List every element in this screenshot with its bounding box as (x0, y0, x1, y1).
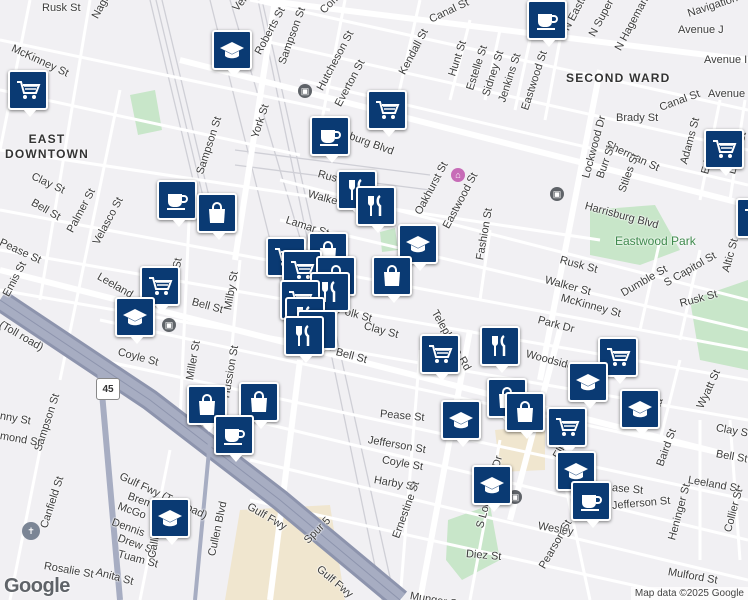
shopping-pin[interactable] (372, 256, 412, 303)
park-label-eastwood: Eastwood Park (615, 234, 696, 248)
school-pin[interactable] (441, 400, 481, 447)
shopping-icon (512, 399, 538, 425)
school-icon (122, 304, 148, 330)
grocery-pin[interactable] (736, 198, 748, 238)
school-icon (627, 396, 653, 422)
school-pin[interactable] (620, 389, 660, 436)
map-attribution: Map data ©2025 Google (630, 587, 748, 600)
transit-station-icon: ▣ (550, 187, 564, 201)
shopping-pin[interactable] (197, 193, 237, 240)
grocery-pin[interactable] (367, 90, 407, 137)
street-label-avenue-i: Avenue I (704, 54, 748, 66)
coffee-pin[interactable] (157, 180, 197, 227)
museum-icon: ⌂ (451, 168, 465, 182)
school-pin[interactable] (212, 30, 252, 77)
coffee-pin[interactable] (310, 116, 350, 163)
coffee-icon (578, 488, 604, 514)
school-icon (157, 505, 183, 531)
google-logo: Google (4, 575, 70, 597)
grocery-icon (374, 97, 400, 123)
coffee-icon (317, 123, 343, 149)
school-icon (479, 472, 505, 498)
school-icon (448, 407, 474, 433)
school-icon (575, 369, 601, 395)
grocery-pin[interactable] (420, 334, 460, 381)
restaurant-pin[interactable] (480, 326, 520, 373)
restaurant-icon (363, 193, 389, 219)
shopping-icon (379, 263, 405, 289)
school-pin[interactable] (472, 465, 512, 512)
street-label-brady: Brady St (616, 112, 659, 124)
school-icon (405, 231, 431, 257)
restaurant-icon (291, 323, 317, 349)
school-icon (219, 37, 245, 63)
school-pin[interactable] (568, 362, 608, 409)
restaurant-pin[interactable] (356, 186, 396, 233)
grocery-icon (711, 136, 737, 162)
transit-station-icon: ▣ (298, 84, 312, 98)
area-label-east-downtown: EAST DOWNTOWN (4, 132, 90, 161)
grocery-icon (427, 341, 453, 367)
coffee-pin[interactable] (571, 481, 611, 528)
street-label-pease-e: ase St (611, 482, 644, 497)
coffee-icon (164, 187, 190, 213)
church-icon: ✝ (22, 522, 40, 540)
grocery-icon (147, 273, 173, 299)
street-label-rusk-nw: Rusk St (42, 2, 81, 14)
restaurant-icon (487, 333, 513, 359)
grocery-icon (554, 414, 580, 440)
restaurant-pin[interactable] (284, 316, 324, 363)
grocery-icon (743, 205, 748, 231)
street-label-avenue-j: Avenue J (678, 24, 724, 36)
shopping-pin[interactable] (505, 392, 545, 439)
coffee-pin[interactable] (527, 0, 567, 47)
highway-45-shield: 45 (96, 378, 120, 400)
coffee-pin[interactable] (214, 415, 254, 462)
map-canvas[interactable]: EAST DOWNTOWN SECOND WARD Eastwood Park R… (0, 0, 748, 600)
area-label-second-ward: SECOND WARD (566, 71, 671, 85)
grocery-pin[interactable] (704, 129, 744, 176)
shopping-icon (246, 389, 272, 415)
grocery-pin[interactable] (8, 70, 48, 117)
grocery-pin[interactable] (547, 407, 587, 454)
school-pin[interactable] (150, 498, 190, 545)
school-pin[interactable] (115, 297, 155, 344)
grocery-icon (15, 77, 41, 103)
transit-station-icon: ▣ (162, 318, 176, 332)
coffee-icon (221, 422, 247, 448)
coffee-icon (534, 7, 560, 33)
shopping-icon (204, 200, 230, 226)
grocery-icon (605, 344, 631, 370)
street-label-avenue-h: Avenue H (708, 88, 748, 100)
